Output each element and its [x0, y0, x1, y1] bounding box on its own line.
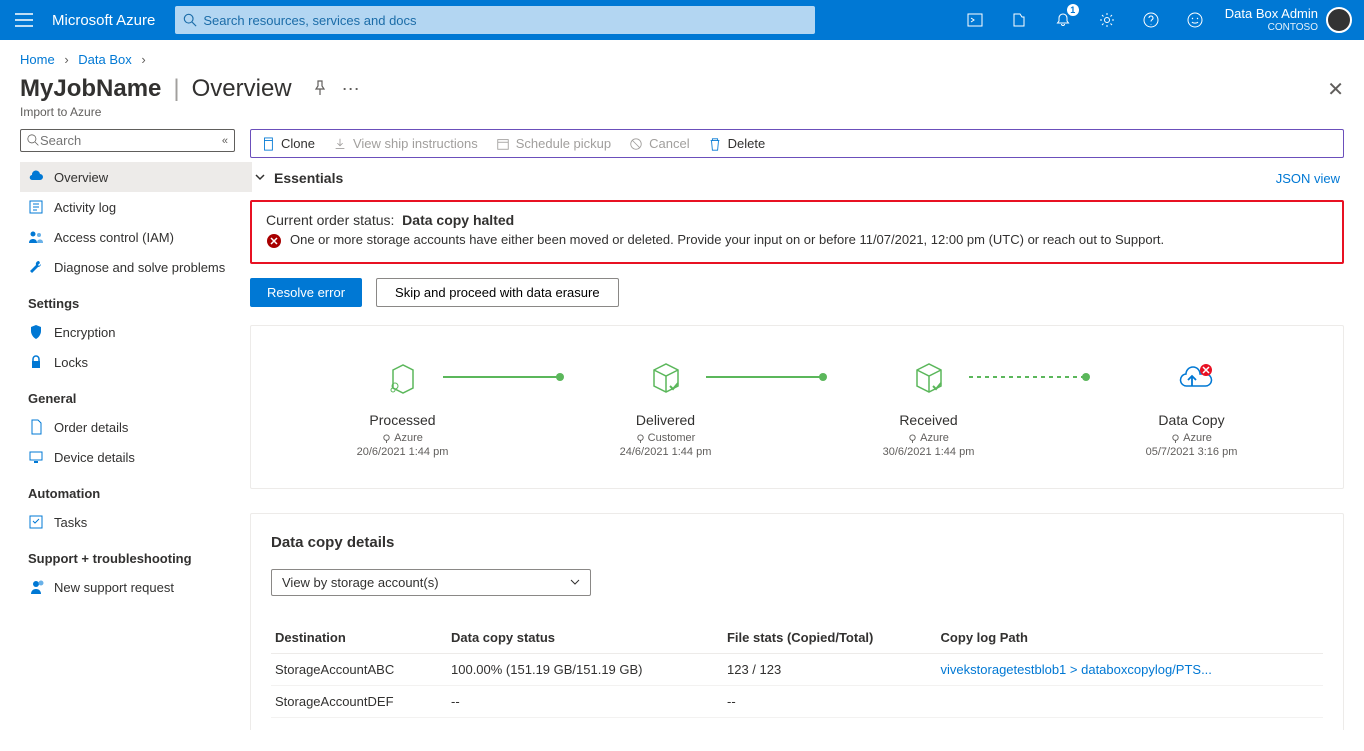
more-icon[interactable]: ⋯ [342, 79, 360, 100]
details-card: Data copy details View by storage accoun… [250, 513, 1344, 730]
sidebar-item-tasks[interactable]: Tasks [20, 507, 252, 537]
sidebar-item-device-details[interactable]: Device details [20, 442, 252, 472]
chevron-down-icon[interactable] [254, 171, 266, 186]
sidebar-search-input[interactable] [40, 133, 218, 148]
sidebar-item-diagnose[interactable]: Diagnose and solve problems [20, 252, 252, 282]
status-alert: Current order status: Data copy halted O… [250, 200, 1344, 264]
calendar-icon [496, 137, 510, 151]
details-heading: Data copy details [271, 534, 1323, 551]
status-value: Data copy halted [402, 212, 514, 228]
clone-button[interactable]: Clone [261, 136, 315, 151]
resource-subtitle: Import to Azure [0, 105, 1364, 129]
pin-icon [382, 434, 391, 443]
resource-title: MyJobName [20, 75, 161, 103]
stage-processed: Processed Azure 20/6/2021 1:44 pm [303, 356, 503, 458]
table-row: StorageAccountDEF -- -- [271, 686, 1323, 718]
pin-icon[interactable] [312, 80, 328, 99]
delete-icon [708, 137, 722, 151]
lock-icon [28, 354, 44, 370]
sidebar-item-new-support[interactable]: New support request [20, 572, 252, 602]
cancel-button: Cancel [629, 136, 689, 151]
essentials-header: Essentials JSON view [250, 164, 1344, 192]
delete-button[interactable]: Delete [708, 136, 766, 151]
brand-label: Microsoft Azure [48, 12, 167, 29]
global-search-input[interactable] [203, 13, 807, 28]
chevron-right-icon: › [64, 52, 68, 67]
user-menu[interactable]: Data Box Admin CONTOSO [1213, 7, 1364, 33]
menu-icon[interactable] [0, 13, 48, 27]
title-row: MyJobName | Overview ⋯ ✕ [0, 71, 1364, 105]
doc-icon [28, 419, 44, 435]
shield-icon [28, 324, 44, 340]
status-prefix: Current order status: [266, 212, 394, 228]
sidebar-item-activity-log[interactable]: Activity log [20, 192, 252, 222]
copy-details-table: Destination Data copy status File stats … [271, 622, 1323, 718]
sidebar-item-order-details[interactable]: Order details [20, 412, 252, 442]
clone-icon [261, 137, 275, 151]
collapse-icon[interactable]: « [222, 135, 228, 147]
view-by-dropdown[interactable]: View by storage account(s) [271, 569, 591, 596]
datacopy-icon [1092, 356, 1292, 400]
directories-icon[interactable] [1009, 10, 1029, 30]
copy-log-link[interactable]: vivekstoragetestblob1 > databoxcopylog/P… [937, 654, 1323, 686]
breadcrumb: Home › Data Box › [0, 40, 1364, 71]
breadcrumb-databox[interactable]: Data Box [78, 52, 131, 67]
log-icon [28, 199, 44, 215]
sidebar-item-access-control[interactable]: Access control (IAM) [20, 222, 252, 252]
tasks-icon [28, 514, 44, 530]
sidebar-item-encryption[interactable]: Encryption [20, 317, 252, 347]
sidebar-group-automation: Automation [20, 472, 250, 507]
search-icon [183, 13, 197, 27]
sidebar-group-support: Support + troubleshooting [20, 537, 250, 572]
command-bar: Clone View ship instructions Schedule pi… [250, 129, 1344, 158]
delivered-icon [566, 356, 766, 400]
people-icon [28, 229, 44, 245]
main-content: Clone View ship instructions Schedule pi… [250, 129, 1364, 730]
cancel-icon [629, 137, 643, 151]
search-icon [27, 134, 40, 147]
wrench-icon [28, 259, 44, 275]
sidebar-item-locks[interactable]: Locks [20, 347, 252, 377]
support-icon [28, 579, 44, 595]
close-icon[interactable]: ✕ [1327, 77, 1344, 102]
settings-icon[interactable] [1097, 10, 1117, 30]
schedule-pickup-button: Schedule pickup [496, 136, 611, 151]
user-org: CONTOSO [1225, 22, 1318, 33]
notification-badge: 1 [1067, 4, 1079, 16]
table-row: StorageAccountABC 100.00% (151.19 GB/151… [271, 654, 1323, 686]
device-icon [28, 449, 44, 465]
global-search[interactable] [175, 6, 815, 34]
chevron-right-icon: › [141, 52, 145, 67]
pipeline-card: Processed Azure 20/6/2021 1:44 pm Delive… [250, 325, 1344, 489]
sidebar-group-general: General [20, 377, 250, 412]
sidebar-search[interactable]: « [20, 129, 235, 152]
page-title: Overview [192, 75, 292, 103]
status-message: One or more storage accounts have either… [290, 232, 1164, 252]
received-icon [829, 356, 1029, 400]
avatar [1326, 7, 1352, 33]
sidebar-item-overview[interactable]: Overview [20, 162, 252, 192]
json-view-link[interactable]: JSON view [1276, 171, 1340, 186]
notifications-icon[interactable]: 1 [1053, 10, 1073, 30]
stage-received: Received Azure 30/6/2021 1:44 pm [829, 356, 1029, 458]
cloudshell-icon[interactable] [965, 10, 985, 30]
help-icon[interactable] [1141, 10, 1161, 30]
stage-datacopy: Data Copy Azure 05/7/2021 3:16 pm [1092, 356, 1292, 458]
sidebar-group-settings: Settings [20, 282, 250, 317]
user-name: Data Box Admin [1225, 7, 1318, 21]
stage-delivered: Delivered Customer 24/6/2021 1:44 pm [566, 356, 766, 458]
view-ship-button: View ship instructions [333, 136, 478, 151]
topbar: Microsoft Azure 1 Data Box Admin CONTOSO [0, 0, 1364, 40]
breadcrumb-home[interactable]: Home [20, 52, 55, 67]
sidebar: « Overview Activity log Access control (… [0, 129, 250, 730]
topbar-actions: 1 [815, 10, 1212, 30]
resolve-error-button[interactable]: Resolve error [250, 278, 362, 307]
processed-icon [303, 356, 503, 400]
download-icon [333, 137, 347, 151]
feedback-icon[interactable] [1185, 10, 1205, 30]
error-icon [266, 233, 282, 252]
skip-proceed-button[interactable]: Skip and proceed with data erasure [376, 278, 619, 307]
chevron-down-icon [570, 575, 580, 590]
cloud-icon [28, 169, 44, 185]
